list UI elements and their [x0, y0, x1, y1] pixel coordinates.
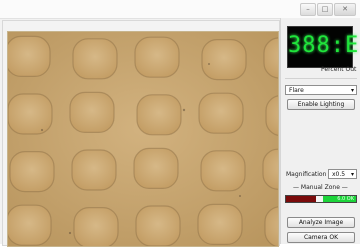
cell-tile — [201, 38, 247, 81]
led-caption: Percent Out — [321, 66, 357, 73]
image-viewer — [2, 20, 280, 247]
cell-tile — [69, 91, 115, 134]
mode-select[interactable]: Flare ▾ — [285, 85, 357, 95]
zone-gap — [316, 196, 323, 202]
cell-tile — [8, 93, 53, 135]
magnification-label: Magnification — [286, 171, 327, 178]
cell-tile — [133, 147, 179, 190]
cell-tile — [197, 203, 243, 245]
cell-tile — [73, 207, 119, 246]
microscope-image[interactable] — [7, 31, 279, 247]
microscope-image-canvas — [8, 32, 278, 246]
zone-green-segment: 6.0 OK — [323, 196, 356, 202]
window-controls: – □ ✕ — [300, 3, 356, 16]
cell-tile — [200, 150, 246, 192]
maximize-button[interactable]: □ — [317, 3, 333, 16]
cell-tile — [72, 38, 118, 80]
chevron-down-icon: ▾ — [350, 171, 354, 178]
manual-zone-bar[interactable]: 6.0 OK — [285, 195, 357, 203]
mode-select-value: Flare — [289, 86, 304, 94]
cell-tile — [8, 204, 52, 246]
cell-tile — [262, 148, 278, 190]
led-value: 388:E — [288, 33, 360, 58]
cell-tile — [136, 94, 182, 136]
cell-tile — [8, 35, 51, 77]
zone-red-segment — [286, 196, 316, 202]
cell-tile — [134, 36, 180, 78]
camera-status-button[interactable]: Camera OK — [287, 232, 355, 243]
chevron-down-icon: ▾ — [350, 87, 354, 94]
enable-lighting-button[interactable]: Enable Lighting — [287, 99, 355, 110]
magnification-value: x0.5 — [332, 170, 346, 178]
control-panel: 388:E Percent Out Flare ▾ Enable Lightin… — [280, 18, 360, 244]
led-display: 388:E — [287, 26, 360, 68]
title-bar: – □ ✕ — [0, 0, 360, 19]
analyze-image-button[interactable]: Analyze Image — [287, 217, 355, 228]
manual-zone-label: — Manual Zone — — [293, 184, 348, 191]
app-window: – □ ✕ 388:E Percent Out Flare ▾ Enable L… — [0, 0, 360, 247]
divider — [285, 78, 357, 79]
cell-tile — [9, 150, 55, 193]
cell-tile — [135, 205, 181, 246]
minimize-button[interactable]: – — [300, 3, 316, 16]
cell-tile — [71, 149, 117, 191]
close-button[interactable]: ✕ — [334, 3, 356, 16]
cell-tile — [198, 92, 244, 134]
magnification-select[interactable]: x0.5 ▾ — [328, 169, 357, 179]
